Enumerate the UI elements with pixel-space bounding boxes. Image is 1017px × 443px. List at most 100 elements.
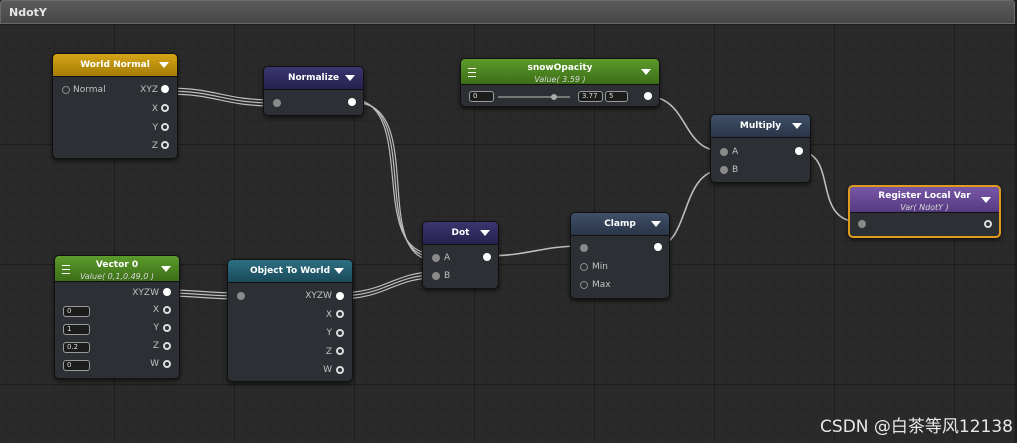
node-title: World Normal — [80, 60, 150, 70]
node-header[interactable]: Register Local Var Var( NdotY ) — [850, 187, 999, 213]
output-port[interactable] — [336, 347, 344, 355]
output-port[interactable] — [336, 329, 344, 337]
node-header[interactable]: Normalize — [264, 67, 363, 90]
output-port[interactable] — [336, 366, 344, 374]
node-header[interactable]: Clamp — [571, 213, 669, 236]
component-field-z[interactable]: 0.2 — [63, 342, 90, 353]
dropdown-arrow-icon[interactable] — [334, 268, 344, 274]
dropdown-arrow-icon[interactable] — [480, 230, 490, 236]
component-label: X — [152, 305, 159, 315]
min-field[interactable]: 0 — [469, 91, 494, 102]
output-port[interactable] — [163, 342, 171, 350]
node-subtitle: Var( NdotY ) — [900, 203, 949, 212]
dropdown-arrow-icon[interactable] — [161, 266, 171, 272]
input-port[interactable] — [580, 263, 588, 271]
node-title: Object To World — [249, 266, 331, 276]
node-clamp[interactable]: Clamp Min Max — [570, 212, 670, 299]
node-world-normal[interactable]: World Normal Normal XYZ X Y Z — [52, 53, 178, 159]
node-header[interactable]: snowOpacity Value( 3.59 ) — [461, 59, 659, 85]
menu-icon[interactable] — [468, 68, 476, 77]
output-port[interactable] — [163, 324, 171, 332]
output-port[interactable] — [161, 104, 169, 112]
node-vector0[interactable]: Vector 0 Value( 0,1,0.49,0 ) XYZW 0 X 1 … — [54, 255, 180, 379]
component-field-w[interactable]: 0 — [63, 360, 90, 371]
output-label: XYZW — [132, 288, 159, 298]
input-port[interactable] — [720, 148, 728, 156]
node-header[interactable]: Dot — [423, 222, 498, 245]
output-port[interactable] — [161, 123, 169, 131]
input-port[interactable] — [432, 272, 440, 280]
input-port[interactable] — [580, 281, 588, 289]
input-label: B — [732, 165, 739, 175]
output-port[interactable] — [654, 243, 662, 251]
output-label: XYZ — [140, 85, 158, 95]
node-header[interactable]: Vector 0 Value( 0,1,0.49,0 ) — [55, 256, 179, 282]
dropdown-arrow-icon[interactable] — [641, 69, 651, 75]
output-port[interactable] — [161, 141, 169, 149]
node-multiply[interactable]: Multiply A B — [710, 114, 811, 183]
component-field-y[interactable]: 1 — [63, 324, 90, 335]
input-label: Normal — [73, 85, 106, 95]
output-label: XYZW — [305, 291, 332, 301]
node-title: snowOpacity — [527, 63, 593, 73]
component-label: W — [150, 359, 159, 369]
node-header[interactable]: Object To World — [228, 260, 352, 283]
output-label: X — [151, 104, 158, 114]
input-label: Min — [592, 262, 608, 272]
output-port[interactable] — [336, 310, 344, 318]
dropdown-arrow-icon[interactable] — [651, 221, 661, 227]
node-header[interactable]: World Normal — [53, 54, 177, 77]
node-title: Multiply — [739, 121, 782, 131]
dropdown-arrow-icon[interactable] — [345, 75, 355, 81]
input-port[interactable] — [858, 220, 866, 228]
input-port[interactable] — [432, 254, 440, 262]
output-port[interactable] — [163, 306, 171, 314]
node-title: Normalize — [287, 73, 340, 83]
slider-knob[interactable] — [551, 94, 557, 100]
output-label: W — [323, 365, 332, 375]
dropdown-arrow-icon[interactable] — [981, 197, 991, 203]
input-label: Max — [592, 280, 611, 290]
node-register-local-var[interactable]: Register Local Var Var( NdotY ) — [848, 185, 1001, 238]
dropdown-arrow-icon[interactable] — [792, 123, 802, 129]
input-port[interactable] — [237, 292, 245, 300]
output-port[interactable] — [163, 360, 171, 368]
input-label: A — [444, 253, 451, 263]
input-port[interactable] — [720, 166, 728, 174]
output-label: Z — [151, 141, 158, 151]
node-normalize[interactable]: Normalize — [263, 66, 364, 116]
watermark: CSDN @白茶等风12138 — [820, 417, 1013, 437]
output-port[interactable] — [483, 253, 491, 261]
node-title: Clamp — [604, 219, 636, 229]
output-port[interactable] — [984, 220, 992, 228]
shader-graph-window: NdotY World Normal Normal XYZ X Y Z Norm… — [0, 0, 1017, 443]
component-label: Y — [153, 323, 160, 333]
menu-icon[interactable] — [62, 265, 70, 274]
node-object-to-world[interactable]: Object To World XYZW X Y Z W — [227, 259, 353, 382]
output-label: X — [325, 310, 332, 320]
input-port[interactable] — [273, 99, 281, 107]
node-title: Register Local Var — [878, 191, 971, 201]
output-port[interactable] — [795, 147, 803, 155]
node-subtitle: Value( 0,1,0.49,0 ) — [79, 272, 155, 281]
value-slider[interactable] — [498, 96, 570, 98]
input-label: B — [444, 271, 451, 281]
output-port[interactable] — [348, 98, 356, 106]
window-title-bar[interactable]: NdotY — [0, 0, 1015, 24]
output-label: Z — [325, 347, 332, 357]
input-port[interactable] — [580, 244, 588, 252]
component-field-x[interactable]: 0 — [63, 306, 90, 317]
output-port[interactable] — [336, 292, 344, 300]
node-dot[interactable]: Dot A B — [422, 221, 499, 289]
node-subtitle: Value( 3.59 ) — [534, 75, 586, 84]
window-title: NdotY — [9, 6, 47, 19]
node-header[interactable]: Multiply — [711, 115, 810, 138]
max-field[interactable]: 5 — [605, 91, 628, 102]
value-field[interactable]: 3.77 — [578, 91, 603, 102]
output-port[interactable] — [644, 92, 652, 100]
dropdown-arrow-icon[interactable] — [159, 62, 169, 68]
output-port[interactable] — [161, 85, 169, 93]
output-port[interactable] — [163, 288, 171, 296]
node-snow-opacity[interactable]: snowOpacity Value( 3.59 ) 0 3.77 5 — [460, 58, 660, 107]
input-port[interactable] — [62, 86, 70, 94]
